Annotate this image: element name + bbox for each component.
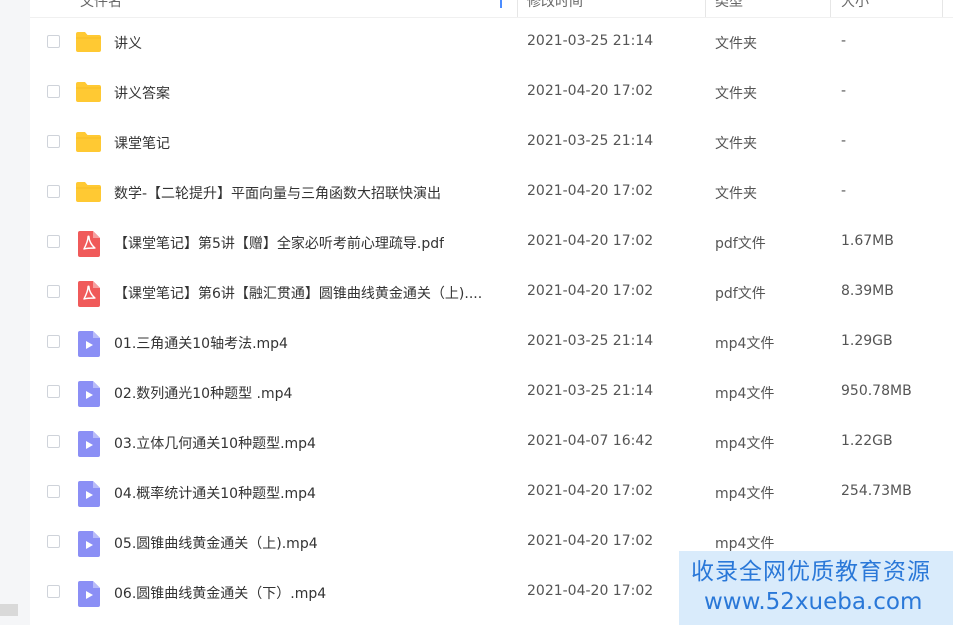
file-row[interactable]: 【课堂笔记】第6讲【融汇贯通】圆锥曲线黄金通关（上).... 2021-04-20… — [30, 268, 953, 318]
file-name[interactable]: 01.三角通关10轴考法.mp4 — [114, 333, 288, 353]
file-row[interactable]: 课堂笔记 2021-03-25 21:14 文件夹 - — [30, 118, 953, 168]
file-row[interactable]: 数学-【二轮提升】平面向量与三角函数大招联快演出 2021-04-20 17:02… — [30, 168, 953, 218]
file-type: pdf文件 — [715, 286, 766, 302]
pdf-icon — [75, 231, 100, 261]
file-name[interactable]: 数学-【二轮提升】平面向量与三角函数大招联快演出 — [114, 183, 441, 203]
file-row[interactable]: 03.立体几何通关10种题型.mp4 2021-04-07 16:42 mp4文件 1… — [30, 418, 953, 468]
file-name[interactable]: 02.数列通光10种题型 .mp4 — [114, 383, 292, 403]
file-type: mp4文件 — [715, 336, 775, 352]
file-size: 254.73MB — [841, 483, 912, 499]
file-modified-time: 2021-04-20 17:02 — [527, 533, 654, 549]
file-modified-time: 2021-03-25 21:14 — [527, 333, 654, 349]
row-checkbox[interactable] — [47, 535, 60, 548]
column-separator — [705, 0, 706, 17]
file-row[interactable]: 04.概率统计通关10种题型.mp4 2021-04-20 17:02 mp4文件 2… — [30, 468, 953, 518]
folder-icon — [75, 31, 102, 57]
file-modified-time: 2021-03-25 21:14 — [527, 33, 654, 49]
file-row[interactable]: 讲义答案 2021-04-20 17:02 文件夹 - — [30, 68, 953, 118]
folder-icon — [75, 131, 102, 157]
file-type: mp4文件 — [715, 436, 775, 452]
file-type: 文件夹 — [715, 86, 757, 102]
watermark-url: www.52xueba.com — [704, 589, 923, 615]
file-name[interactable]: 04.概率统计通关10种题型.mp4 — [114, 483, 316, 503]
column-header-time[interactable]: 修改时间 — [527, 0, 583, 11]
file-row[interactable]: 01.三角通关10轴考法.mp4 2021-03-25 21:14 mp4文件 1.2… — [30, 318, 953, 368]
file-modified-time: 2021-03-25 21:14 — [527, 133, 654, 149]
left-sidebar-edge — [0, 0, 30, 625]
file-name[interactable]: 06.圆锥曲线黄金通关（下）.mp4 — [114, 583, 326, 603]
file-name[interactable]: 05.圆锥曲线黄金通关（上).mp4 — [114, 533, 318, 553]
video-icon — [75, 531, 100, 561]
file-name[interactable]: 03.立体几何通关10种题型.mp4 — [114, 433, 316, 453]
file-size: - — [841, 33, 847, 49]
column-header-name[interactable]: 文件名 — [80, 0, 122, 11]
row-checkbox[interactable] — [47, 385, 60, 398]
file-size: - — [841, 133, 847, 149]
file-modified-time: 2021-04-20 17:02 — [527, 183, 654, 199]
file-name[interactable]: 【课堂笔记】第6讲【融汇贯通】圆锥曲线黄金通关（上).... — [114, 283, 482, 303]
row-checkbox[interactable] — [47, 485, 60, 498]
video-icon — [75, 331, 100, 361]
file-type: mp4文件 — [715, 486, 775, 502]
file-name[interactable]: 讲义答案 — [114, 83, 170, 103]
sort-indicator-icon — [500, 0, 502, 8]
row-checkbox[interactable] — [47, 335, 60, 348]
column-header-size[interactable]: 大小 — [841, 0, 869, 11]
file-size: 1.29GB — [841, 333, 893, 349]
file-list-header: 文件名 修改时间 类型 大小 — [30, 0, 953, 18]
file-modified-time: 2021-04-07 16:42 — [527, 433, 654, 449]
file-type: mp4文件 — [715, 536, 775, 552]
watermark-slogan: 收录全网优质教育资源 — [691, 559, 931, 585]
file-size: 8.39MB — [841, 283, 894, 299]
file-modified-time: 2021-04-20 17:02 — [527, 83, 654, 99]
file-modified-time: 2021-04-20 17:02 — [527, 233, 654, 249]
file-row[interactable]: 02.数列通光10种题型 .mp4 2021-03-25 21:14 mp4文件 95… — [30, 368, 953, 418]
row-checkbox[interactable] — [47, 285, 60, 298]
video-icon — [75, 481, 100, 511]
column-separator — [942, 0, 943, 17]
column-separator — [830, 0, 831, 17]
file-type: mp4文件 — [715, 386, 775, 402]
column-separator — [517, 0, 518, 17]
file-size: 1.22GB — [841, 433, 893, 449]
file-name[interactable]: 讲义 — [114, 33, 142, 53]
folder-icon — [75, 181, 102, 207]
scrollbar-thumb[interactable] — [0, 604, 18, 616]
video-icon — [75, 381, 100, 411]
row-checkbox[interactable] — [47, 235, 60, 248]
file-list: 讲义 2021-03-25 21:14 文件夹 - 讲义答案 2021-04-20 17:… — [30, 18, 953, 618]
file-modified-time: 2021-04-20 17:02 — [527, 583, 654, 599]
column-header-type[interactable]: 类型 — [715, 0, 743, 11]
file-type: 文件夹 — [715, 186, 757, 202]
file-modified-time: 2021-04-20 17:02 — [527, 483, 654, 499]
file-size: - — [841, 183, 847, 199]
row-checkbox[interactable] — [47, 435, 60, 448]
file-size: - — [841, 83, 847, 99]
folder-icon — [75, 81, 102, 107]
file-modified-time: 2021-03-25 21:14 — [527, 383, 654, 399]
row-checkbox[interactable] — [47, 35, 60, 48]
row-checkbox[interactable] — [47, 85, 60, 98]
file-row[interactable]: 【课堂笔记】第5讲【赠】全家必听考前心理疏导.pdf 2021-04-20 17:… — [30, 218, 953, 268]
file-name[interactable]: 课堂笔记 — [114, 133, 170, 153]
file-type: 文件夹 — [715, 36, 757, 52]
file-modified-time: 2021-04-20 17:02 — [527, 283, 654, 299]
video-icon — [75, 431, 100, 461]
file-type: pdf文件 — [715, 236, 766, 252]
file-type: 文件夹 — [715, 136, 757, 152]
file-size: 1.67MB — [841, 233, 894, 249]
row-checkbox[interactable] — [47, 185, 60, 198]
pdf-icon — [75, 281, 100, 311]
file-row[interactable]: 讲义 2021-03-25 21:14 文件夹 - — [30, 18, 953, 68]
row-checkbox[interactable] — [47, 585, 60, 598]
video-icon — [75, 581, 100, 611]
file-size: 950.78MB — [841, 383, 912, 399]
watermark-banner: 收录全网优质教育资源 www.52xueba.com — [679, 551, 953, 625]
row-checkbox[interactable] — [47, 135, 60, 148]
file-name[interactable]: 【课堂笔记】第5讲【赠】全家必听考前心理疏导.pdf — [114, 233, 444, 253]
